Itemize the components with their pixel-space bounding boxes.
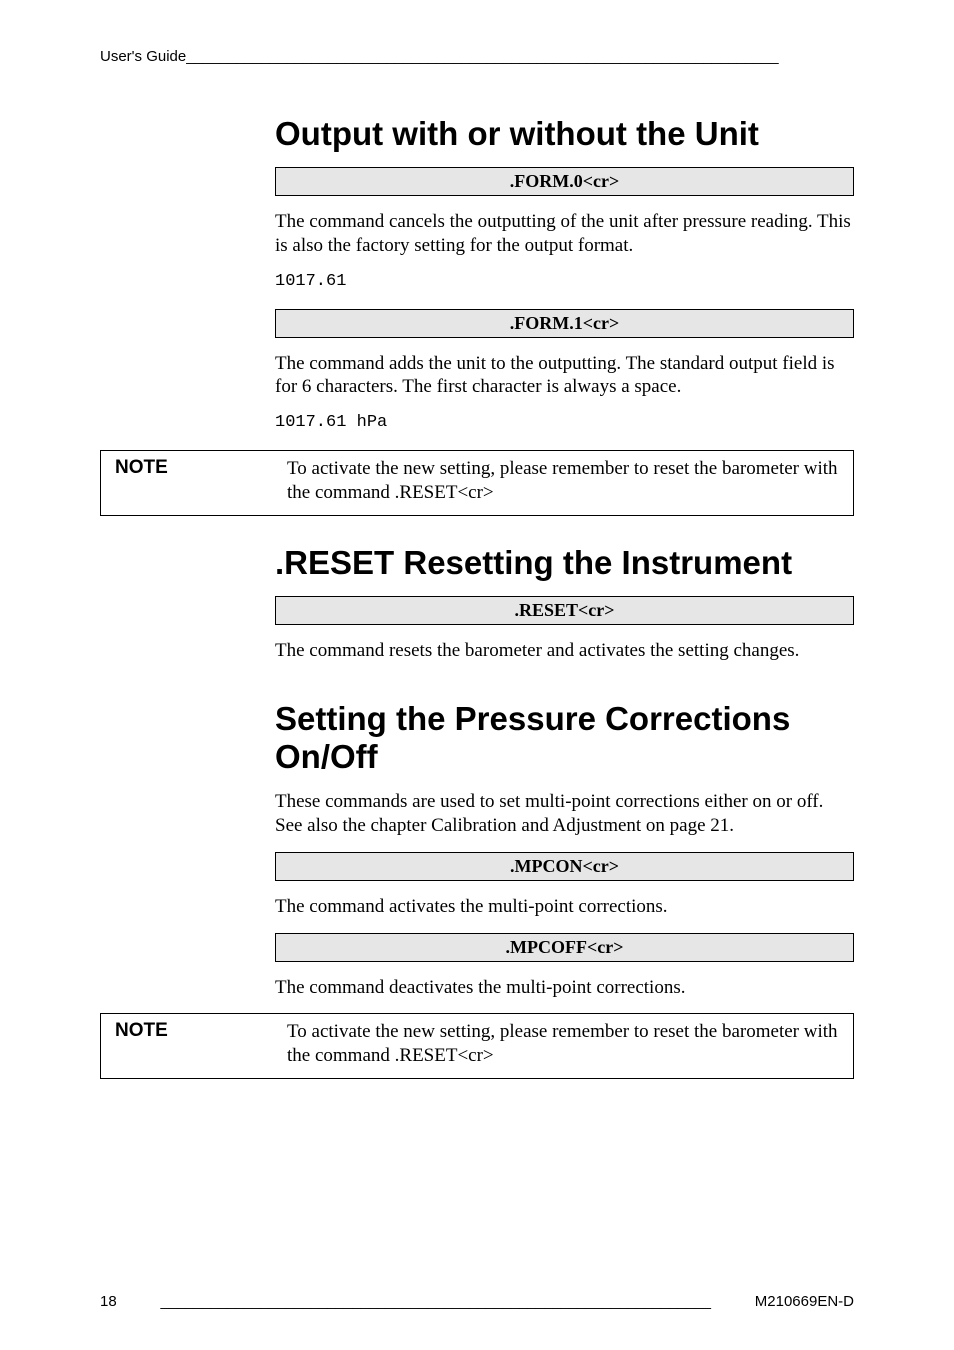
- note1-label: NOTE: [101, 451, 274, 516]
- note2-cmd: .RESET: [395, 1045, 458, 1066]
- footer: 18 _____________________________________…: [100, 1293, 854, 1310]
- page: User's Guide____________________________…: [0, 0, 954, 1350]
- cmd-form0: .FORM.0<cr>: [275, 167, 854, 196]
- section-title-pressure: Setting the Pressure Corrections On/Off: [275, 700, 854, 776]
- running-header: User's Guide____________________________…: [100, 48, 854, 67]
- note2-text-post: <cr>: [457, 1045, 493, 1066]
- note2-label: NOTE: [101, 1014, 274, 1079]
- mpcon-text: The command activates the multi-point co…: [275, 895, 854, 919]
- mpcoff-text: The command deactivates the multi-point …: [275, 976, 854, 1000]
- section-title-output-unit: Output with or without the Unit: [275, 115, 854, 153]
- note2-body: To activate the new setting, please reme…: [273, 1014, 854, 1079]
- note1-cmd: .RESET: [395, 482, 458, 503]
- pressure-intro: These commands are used to set multi-poi…: [275, 790, 854, 838]
- cmd-form1: .FORM.1<cr>: [275, 309, 854, 338]
- note1-body: To activate the new setting, please reme…: [273, 451, 854, 516]
- note-box-1: NOTE To activate the new setting, please…: [100, 450, 854, 516]
- footer-docid: M210669EN-D: [755, 1293, 854, 1310]
- form0-text: The command cancels the outputting of th…: [275, 210, 854, 258]
- note2-text-pre: To activate the new setting, please reme…: [287, 1021, 838, 1066]
- note1-text-post: <cr>: [457, 482, 493, 503]
- reset-text: The command resets the barometer and act…: [275, 639, 854, 663]
- header-rule: ________________________________________…: [186, 48, 778, 65]
- footer-page: 18: [100, 1293, 117, 1310]
- cmd-reset: .RESET<cr>: [275, 596, 854, 625]
- form1-sample: 1017.61 hPa: [275, 413, 854, 432]
- cmd-mpcoff: .MPCOFF<cr>: [275, 933, 854, 962]
- footer-rule: ________________________________________…: [160, 1293, 711, 1310]
- note-box-2: NOTE To activate the new setting, please…: [100, 1013, 854, 1079]
- form1-text: The command adds the unit to the outputt…: [275, 352, 854, 400]
- main-content-2: .RESET Resetting the Instrument .RESET<c…: [275, 544, 854, 1000]
- main-content: Output with or without the Unit .FORM.0<…: [275, 115, 854, 432]
- cmd-mpcon: .MPCON<cr>: [275, 852, 854, 881]
- section-title-reset: .RESET Resetting the Instrument: [275, 544, 854, 582]
- form0-sample: 1017.61: [275, 272, 854, 291]
- note1-text-pre: To activate the new setting, please reme…: [287, 458, 838, 503]
- header-left: User's Guide: [100, 48, 186, 65]
